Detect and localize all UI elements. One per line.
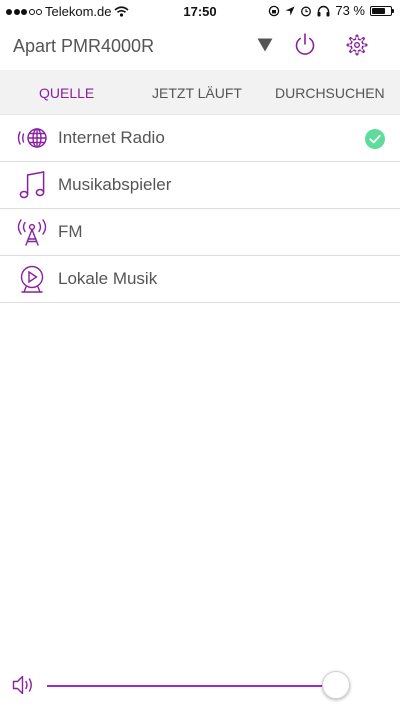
app-header: Apart PMR4000R [0,22,400,70]
list-item-label: Internet Radio [58,128,165,147]
settings-gear-icon[interactable] [345,33,369,57]
battery-percent: 73 % [335,3,365,18]
volume-slider-thumb[interactable] [322,671,350,699]
status-bar: Telekom.de 17:50 73 % [0,0,400,22]
status-right: 73 % [268,3,394,18]
volume-slider-track[interactable] [47,685,339,687]
globe-radio-icon [17,128,47,148]
play-circle-icon [20,265,44,293]
list-item-label: Lokale Musik [58,269,158,288]
tab-durchsuchen[interactable]: DURCHSUCHEN [275,85,385,101]
list-item-internet-radio[interactable]: Internet Radio [0,115,400,162]
list-item-lokale-musik[interactable]: Lokale Musik [0,256,400,303]
headphones-icon [317,5,330,16]
music-note-icon [19,171,45,199]
list-item-label: Musikabspieler [58,175,172,194]
tab-jetzt-laeuft[interactable]: JETZT LÄUFT [152,85,242,101]
device-title[interactable]: Apart PMR4000R [13,36,154,57]
speaker-volume-icon[interactable] [12,674,36,696]
battery-icon [370,5,394,16]
dropdown-arrow-icon[interactable] [257,38,273,52]
list-item-label: FM [58,222,83,241]
source-list: Internet Radio Musikabspieler FM Lokale … [0,115,400,303]
selected-check-icon [365,129,385,149]
location-arrow-icon [285,6,295,15]
list-item-musikabspieler[interactable]: Musikabspieler [0,162,400,209]
volume-control [0,664,400,708]
tab-bar: QUELLE JETZT LÄUFT DURCHSUCHEN [0,70,400,115]
power-button[interactable] [293,32,317,58]
rotation-lock-icon [269,5,280,16]
radio-tower-icon [17,219,47,246]
list-item-fm[interactable]: FM [0,209,400,256]
tab-quelle[interactable]: QUELLE [39,85,94,101]
alarm-clock-icon [301,6,312,16]
